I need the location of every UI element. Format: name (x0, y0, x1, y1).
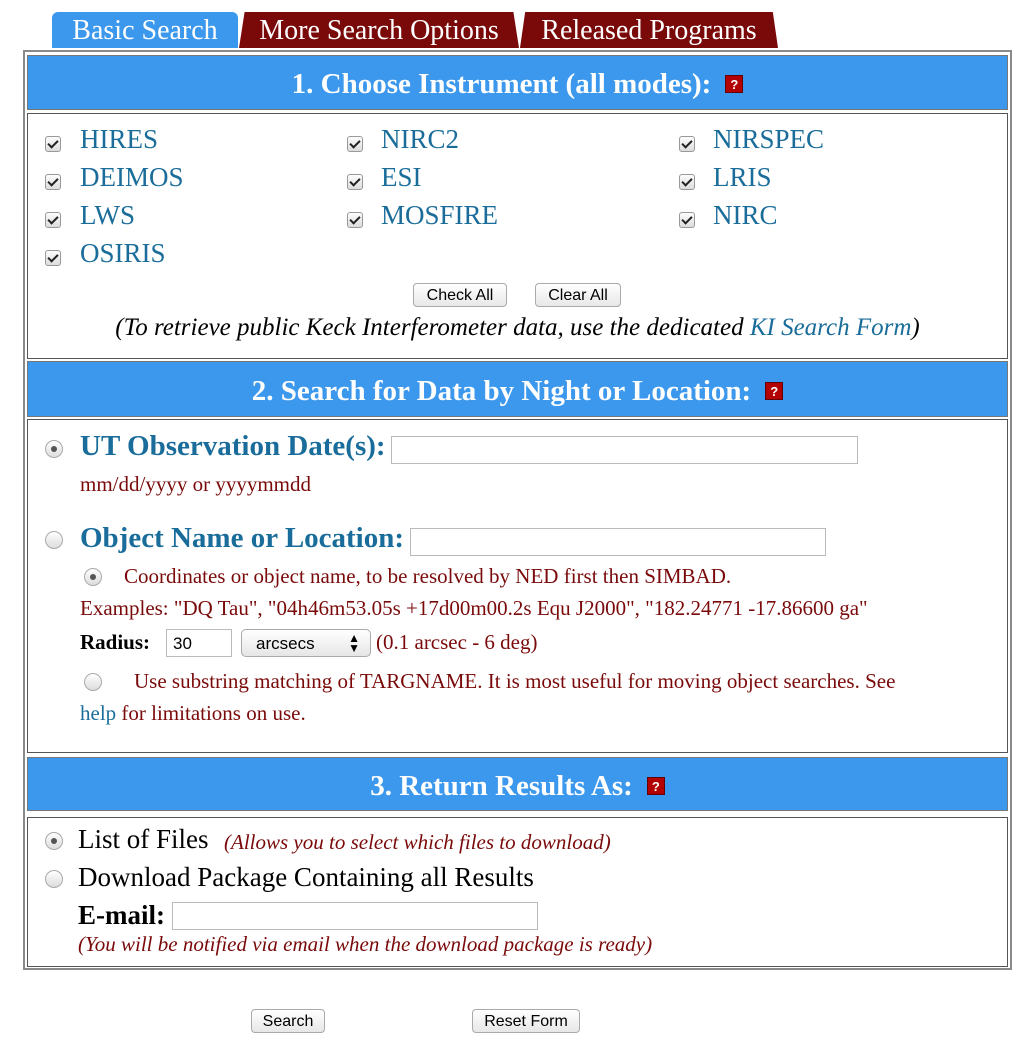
substring-match-text: Use substring matching of TARGNAME. It i… (134, 669, 896, 693)
instrument-label-mosfire: MOSFIRE (381, 200, 499, 230)
checkbox-nirspec[interactable] (679, 136, 695, 152)
substring-match-radio[interactable] (84, 673, 102, 691)
radius-unit-select[interactable]: arcsecs ▲ ▼ (241, 629, 371, 657)
checkbox-lws[interactable] (45, 212, 61, 228)
instrument-label-hires: HIRES (80, 124, 159, 154)
instrument-label-esi: ESI (381, 162, 422, 192)
checkbox-esi[interactable] (347, 174, 363, 190)
clear-all-button[interactable]: Clear All (535, 283, 621, 307)
section1-header: 1. Choose Instrument (all modes):? (27, 55, 1008, 110)
checkbox-hires[interactable] (45, 136, 61, 152)
select-arrows-icon: ▲ ▼ (348, 631, 360, 655)
email-label: E-mail: (78, 900, 165, 930)
tab-more-search-options[interactable]: More Search Options (239, 12, 519, 48)
tab-released-programs[interactable]: Released Programs (520, 12, 778, 48)
ki-note: (To retrieve public Keck Interferometer … (28, 314, 1007, 342)
email-note: (You will be notified via email when the… (78, 932, 653, 956)
download-package-radio[interactable] (45, 870, 63, 888)
ut-date-label: UT Observation Date(s): (80, 430, 386, 462)
tab-basic-search[interactable]: Basic Search (52, 12, 238, 48)
section2-title: 2. Search for Data by Night or Location: (251, 375, 752, 408)
ki-note-suffix: ) (911, 314, 920, 341)
section3-title: 3. Return Results As: (370, 770, 633, 803)
instrument-label-nirc2: NIRC2 (381, 124, 460, 154)
checkbox-lris[interactable] (679, 174, 695, 190)
object-location-radio[interactable] (45, 531, 63, 549)
examples-text: Examples: "DQ Tau", "04h46m53.05s +17d00… (80, 596, 868, 620)
radius-range-text: (0.1 arcsec - 6 deg) (376, 630, 538, 654)
help-link[interactable]: help (80, 701, 116, 725)
night-location-panel: UT Observation Date(s): mm/dd/yyyy or yy… (27, 419, 1008, 753)
ki-search-form-link[interactable]: KI Search Form (750, 314, 912, 341)
section1-help-icon[interactable]: ? (725, 75, 744, 94)
instrument-label-lris: LRIS (713, 162, 772, 192)
list-of-files-label: List of Files (78, 824, 209, 854)
object-location-input[interactable] (410, 528, 826, 556)
reset-form-button[interactable]: Reset Form (472, 1009, 580, 1033)
section2-header: 2. Search for Data by Night or Location:… (27, 361, 1008, 417)
instrument-label-lws: LWS (80, 200, 135, 230)
checkbox-osiris[interactable] (45, 250, 61, 266)
instrument-panel: HIRES NIRC2 NIRSPEC DEIMOS ESI LRIS LWS … (27, 113, 1008, 359)
email-input[interactable] (172, 902, 538, 930)
ki-note-prefix: (To retrieve public Keck Interferometer … (115, 314, 750, 341)
substring-help-line: help for limitations on use. (80, 701, 306, 726)
section1-title: 1. Choose Instrument (all modes): (291, 67, 712, 100)
radius-input[interactable]: 30 (166, 629, 232, 657)
download-package-label: Download Package Containing all Results (78, 862, 534, 892)
instrument-label-osiris: OSIRIS (80, 238, 166, 268)
checkbox-deimos[interactable] (45, 174, 61, 190)
section3-header: 3. Return Results As:? (27, 757, 1008, 811)
checkbox-nirc[interactable] (679, 212, 695, 228)
ut-date-input[interactable] (391, 436, 858, 464)
section2-help-icon[interactable]: ? (765, 382, 784, 401)
list-of-files-note: (Allows you to select which files to dow… (224, 830, 611, 854)
results-panel: List of Files (Allows you to select whic… (27, 817, 1008, 967)
ut-date-radio[interactable] (45, 440, 63, 458)
check-all-button[interactable]: Check All (413, 283, 507, 307)
section3-help-icon[interactable]: ? (646, 777, 665, 796)
resolve-name-text: Coordinates or object name, to be resolv… (124, 564, 732, 588)
search-button[interactable]: Search (251, 1009, 325, 1033)
radius-label: Radius: (80, 630, 151, 654)
object-location-label: Object Name or Location: (80, 522, 405, 554)
checkbox-nirc2[interactable] (347, 136, 363, 152)
instrument-label-nirspec: NIRSPEC (713, 124, 825, 154)
resolve-name-radio[interactable] (84, 568, 102, 586)
instrument-label-nirc: NIRC (713, 200, 778, 230)
help-suffix: for limitations on use. (116, 701, 306, 725)
checkbox-mosfire[interactable] (347, 212, 363, 228)
ut-date-format-hint: mm/dd/yyyy or yyyymmdd (80, 472, 311, 496)
radius-unit-value: arcsecs (256, 634, 315, 653)
list-of-files-radio[interactable] (45, 832, 63, 850)
instrument-label-deimos: DEIMOS (80, 162, 184, 192)
